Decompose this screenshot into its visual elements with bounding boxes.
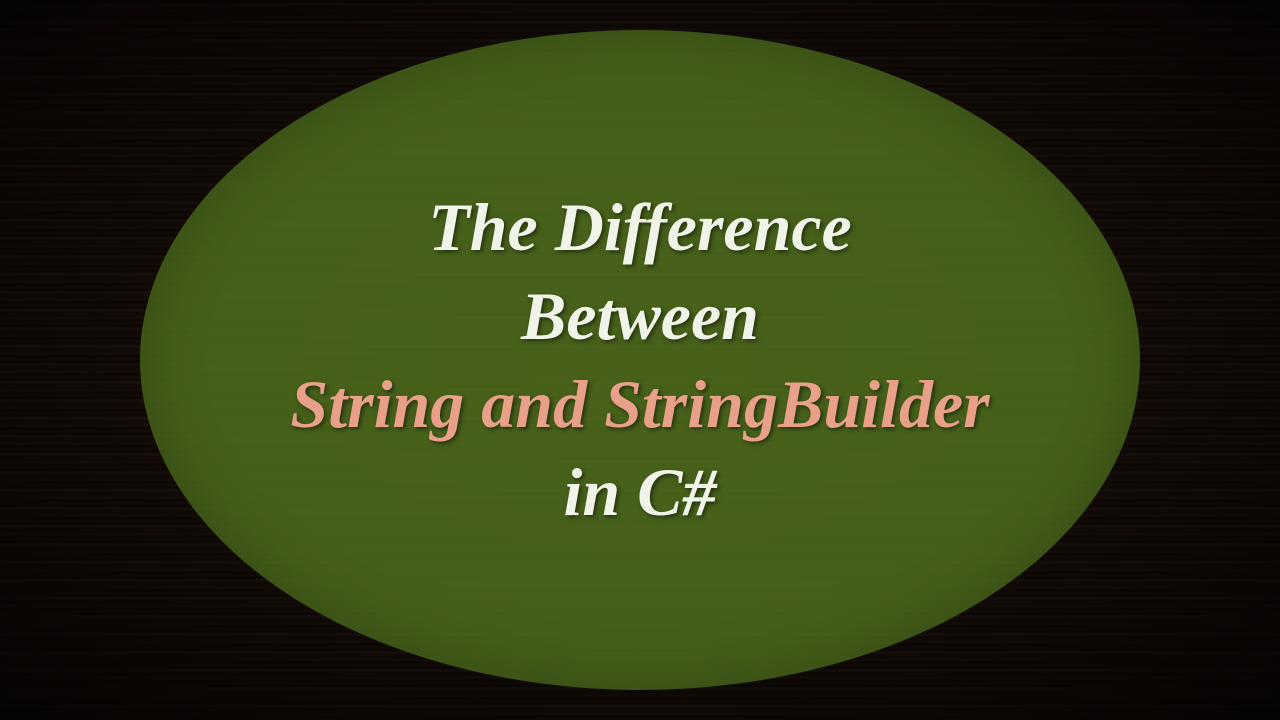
title-line-3: String and StringBuilder [290, 360, 989, 448]
title-line-1: The Difference [428, 183, 852, 271]
title-ellipse: The Difference Between String and String… [140, 30, 1140, 690]
title-line-4: in C# [563, 448, 716, 536]
title-line-2: Between [521, 272, 759, 360]
